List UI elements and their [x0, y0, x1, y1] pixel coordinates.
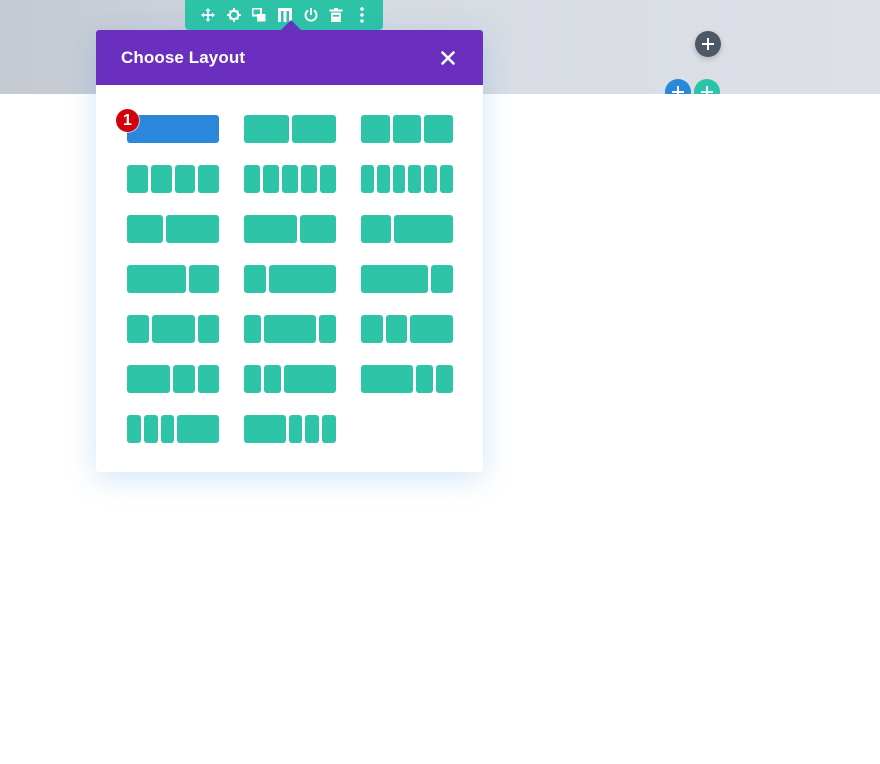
layout-column: [127, 215, 163, 243]
layout-column: [288, 415, 303, 443]
layout-option[interactable]: [127, 215, 219, 243]
layout-option[interactable]: [244, 165, 336, 193]
layout-column: [291, 115, 336, 143]
layout-column: [127, 265, 187, 293]
layout-column: [151, 315, 195, 343]
layout-column: [165, 215, 219, 243]
layout-column: [305, 415, 320, 443]
layout-grid: [127, 115, 453, 443]
layout-column: [392, 165, 406, 193]
layout-column: [430, 265, 453, 293]
layout-column: [435, 365, 453, 393]
layout-option[interactable]: [127, 415, 219, 443]
layout-column: [244, 415, 286, 443]
layout-column: [361, 165, 374, 193]
toolbar-pointer: [281, 20, 301, 30]
layout-column: [410, 315, 453, 343]
layout-column: [198, 165, 219, 193]
layout-column: [269, 265, 336, 293]
layout-option[interactable]: [127, 165, 219, 193]
layout-column: [143, 415, 158, 443]
gear-icon[interactable]: [225, 6, 243, 24]
layout-column: [127, 115, 219, 143]
layout-column: [318, 315, 336, 343]
layout-column: [244, 165, 260, 193]
layout-column: [361, 265, 428, 293]
layout-column: [127, 415, 141, 443]
layout-column: [127, 315, 149, 343]
layout-column: [361, 315, 383, 343]
choose-layout-modal: Choose Layout: [96, 30, 483, 472]
layout-column: [424, 165, 438, 193]
layout-column: [244, 315, 262, 343]
layout-column: [284, 365, 336, 393]
layout-column: [320, 165, 336, 193]
layout-option[interactable]: [361, 215, 453, 243]
layout-option[interactable]: [244, 265, 336, 293]
layout-column: [197, 365, 219, 393]
layout-option[interactable]: [361, 365, 453, 393]
layout-option[interactable]: [127, 315, 219, 343]
layout-column: [174, 165, 196, 193]
layout-column: [393, 215, 453, 243]
layout-column: [189, 265, 219, 293]
trash-icon[interactable]: [327, 6, 345, 24]
layout-column: [282, 165, 298, 193]
layout-column: [376, 165, 390, 193]
layout-column: [173, 365, 195, 393]
layout-column: [127, 365, 170, 393]
layout-column: [322, 415, 336, 443]
layout-column: [301, 165, 317, 193]
layout-column: [361, 115, 390, 143]
layout-option[interactable]: [361, 165, 453, 193]
layout-column: [127, 165, 148, 193]
more-icon[interactable]: [353, 6, 371, 24]
layout-column: [392, 115, 422, 143]
layout-option[interactable]: [244, 415, 336, 443]
layout-column: [244, 265, 267, 293]
layout-option[interactable]: [127, 115, 219, 143]
plus-icon: [702, 38, 714, 50]
layout-column: [197, 315, 219, 343]
layout-option[interactable]: [361, 315, 453, 343]
layout-column: [300, 215, 336, 243]
layout-column: [424, 115, 453, 143]
content-area: [600, 94, 800, 114]
layout-column: [264, 315, 316, 343]
layout-column: [177, 415, 219, 443]
layout-option[interactable]: [244, 115, 336, 143]
layout-column: [244, 215, 298, 243]
layout-column: [361, 215, 391, 243]
layout-column: [264, 365, 282, 393]
power-icon[interactable]: [302, 6, 320, 24]
layout-option[interactable]: [127, 365, 219, 393]
step-badge: 1: [116, 109, 139, 132]
layout-option[interactable]: [244, 365, 336, 393]
layout-column: [440, 165, 453, 193]
close-button[interactable]: [439, 49, 457, 67]
modal-title: Choose Layout: [121, 47, 246, 67]
layout-column: [150, 165, 172, 193]
layout-column: [361, 365, 413, 393]
add-row-button[interactable]: [695, 31, 721, 57]
modal-header: Choose Layout: [96, 30, 483, 85]
layout-column: [385, 315, 407, 343]
move-icon[interactable]: [199, 6, 217, 24]
layout-column: [244, 115, 289, 143]
layout-column: [263, 165, 279, 193]
layout-column: [244, 365, 262, 393]
layout-option[interactable]: [244, 215, 336, 243]
layout-option[interactable]: [361, 115, 453, 143]
layout-option[interactable]: [244, 315, 336, 343]
close-icon: [441, 50, 455, 65]
layout-column: [415, 365, 433, 393]
layout-option[interactable]: [361, 265, 453, 293]
layout-option[interactable]: [127, 265, 219, 293]
duplicate-icon[interactable]: [250, 6, 268, 24]
layout-column: [160, 415, 175, 443]
layout-column: [408, 165, 422, 193]
